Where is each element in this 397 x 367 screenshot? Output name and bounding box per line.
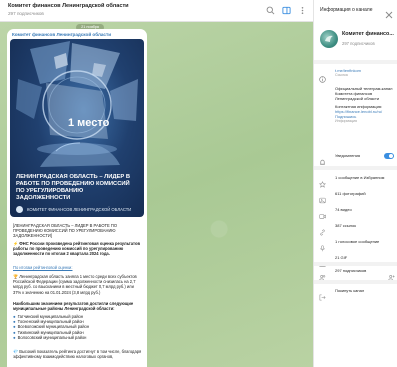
divider xyxy=(314,280,397,284)
channel-avatar[interactable] xyxy=(320,30,338,48)
link-icon xyxy=(319,223,326,236)
paragraph-5-text: Наибольшим значением результатов достигл… xyxy=(13,301,134,312)
message-author[interactable]: Комитет финансов Ленинградской области xyxy=(12,32,111,37)
paragraph-1-text: [ЛЕНИНГРАДСКАЯ ОБЛАСТЬ – ЛИДЕР В РАБОТЕ … xyxy=(13,223,118,239)
district-list: ● Гатчинский муниципальный район ● Тосненс… xyxy=(13,314,143,340)
info-circle-icon xyxy=(319,70,326,83)
link-text: t.me/lenfinkom Ссылка xyxy=(335,68,395,78)
message-paragraph-4: 🏆 Ленинградская область заняла 1 место с… xyxy=(13,274,143,295)
leave-label: Покинуть канал xyxy=(335,288,365,293)
list-item: ● Волосовский муниципальный район xyxy=(13,335,143,340)
stat-label: 1 сообщение в Избранном xyxy=(335,175,385,180)
channel-info-panel: Информация о канале Комитет финансо... 2… xyxy=(313,0,397,367)
subscribers-label: 297 подписчиков xyxy=(335,268,367,273)
link-label: Ссылка xyxy=(335,73,348,77)
stat-label: 611 фотографий xyxy=(335,191,366,196)
poster-headline: ЛЕНИНГРАДСКАЯ ОБЛАСТЬ – ЛИДЕР В РАБОТЕ П… xyxy=(16,174,131,201)
bullet-icon: ● xyxy=(13,334,16,340)
divider xyxy=(314,60,397,64)
chat-panel: Комитет финансов Ленинградской области 2… xyxy=(0,0,313,367)
paragraph-2-text: ФНС России произведена рейтинговая оценк… xyxy=(13,241,140,257)
search-icon[interactable] xyxy=(266,5,275,15)
post-image[interactable]: 1 место ЛЕНИНГРАДСКАЯ ОБЛАСТЬ – ЛИДЕР В … xyxy=(10,39,144,217)
channel-name: Комитет финансо... xyxy=(342,31,394,37)
info-title: Информация о канале xyxy=(320,7,373,13)
channel-description: Официальный телеграм-канал Комитета фина… xyxy=(335,86,393,101)
stat-label: 1 голосовое сообщение xyxy=(335,239,380,244)
chat-title[interactable]: Комитет финансов Ленинградской области xyxy=(8,3,129,9)
chat-header[interactable]: Комитет финансов Ленинградской области 2… xyxy=(0,0,313,22)
channel-subscribers: 297 подписчиков xyxy=(342,41,375,46)
avatar-emblem-icon xyxy=(325,35,333,42)
description-text: Официальный телеграм-канал Комитета фина… xyxy=(335,86,395,124)
users-icon xyxy=(319,268,326,281)
poster-place-text: 1 место xyxy=(68,117,110,129)
more-icon[interactable] xyxy=(298,5,307,15)
divider xyxy=(314,262,397,266)
paragraph-6-text: Высокий показатель рейтинга достигнут в … xyxy=(13,349,142,360)
star-icon xyxy=(318,175,327,188)
photo-icon xyxy=(319,191,326,204)
message-paragraph-5: Наибольшим значением результатов достигл… xyxy=(13,301,143,311)
message-paragraph-3: По итогам рейтинговой оценки: xyxy=(13,265,143,270)
add-user-icon[interactable] xyxy=(388,268,395,281)
chat-subscribers: 297 подписчиков xyxy=(8,11,44,16)
committee-logo-icon xyxy=(16,206,23,213)
mic-icon xyxy=(319,239,326,252)
poster-logo-row: КОМИТЕТ ФИНАНСОВ ЛЕНИНГРАДСКОЙ ОБЛАСТИ xyxy=(16,206,131,213)
leave-icon xyxy=(319,288,326,301)
bell-icon xyxy=(319,153,326,165)
close-icon[interactable] xyxy=(385,6,393,19)
message-bubble[interactable]: Комитет финансов Ленинградской области 1… xyxy=(7,29,147,367)
message-paragraph-6: 💎 Высокий показатель рейтинга достигнут … xyxy=(13,349,143,359)
video-icon xyxy=(319,207,326,219)
stat-label: 74 видео xyxy=(335,207,352,212)
paragraph-4-text: Ленинградская область заняла 1 место сре… xyxy=(13,274,137,295)
message-paragraph-1: [ЛЕНИНГРАДСКАЯ ОБЛАСТЬ – ЛИДЕР В РАБОТЕ … xyxy=(13,223,143,239)
info-header: Информация о канале xyxy=(314,0,397,20)
stat-label: 387 ссылок xyxy=(335,223,357,228)
chat-info-icon[interactable] xyxy=(282,5,291,15)
stat-label: 21 GIF xyxy=(335,255,348,260)
message-paragraph-2: ⚡ ФНС России произведена рейтинговая оце… xyxy=(13,241,143,257)
gif-icon xyxy=(319,255,326,267)
divider xyxy=(314,166,397,170)
poster-logo-text: КОМИТЕТ ФИНАНСОВ ЛЕНИНГРАДСКОЙ ОБЛАСТИ xyxy=(27,207,132,212)
rating-link[interactable]: По итогам рейтинговой оценки: xyxy=(13,265,72,270)
notifications-toggle[interactable] xyxy=(384,153,394,159)
description-label: Информация xyxy=(335,119,358,123)
district-name: Волосовский муниципальный район xyxy=(17,334,87,340)
